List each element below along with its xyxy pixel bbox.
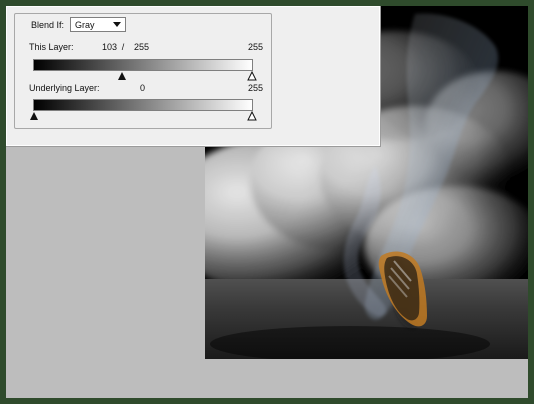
this-layer-low-thumb[interactable]: [117, 71, 127, 81]
underlying-layer-low: 0: [139, 83, 145, 93]
triangle-thumb-icon: [247, 71, 257, 81]
triangle-thumb-icon: [117, 72, 126, 80]
blend-if-selected: Gray: [75, 19, 95, 30]
this-layer-low: 103: [101, 42, 117, 52]
underlying-layer-high: 255: [247, 83, 263, 93]
blend-if-label: Blend If:: [31, 19, 65, 30]
this-layer-label: This Layer:: [29, 42, 74, 52]
underlying-layer-label: Underlying Layer:: [29, 83, 100, 93]
this-layer-high-thumb[interactable]: [247, 71, 257, 81]
app-frame: Blend If: Gray This Layer: 103 / 255 255: [0, 0, 534, 404]
chevron-down-icon: [113, 22, 122, 27]
blend-if-row: Blend If: Gray: [27, 17, 131, 32]
layer-style-dialog: Blend If: Gray This Layer: 103 / 255 255: [6, 6, 381, 147]
this-layer-slider[interactable]: [33, 59, 257, 81]
triangle-thumb-icon: [30, 112, 38, 120]
this-layer-high: 255: [247, 42, 263, 52]
underlying-layer-slider[interactable]: [30, 99, 257, 121]
this-layer-row: This Layer: 103 / 255 255: [29, 42, 263, 52]
underlying-layer-row: Underlying Layer: 0 255: [29, 83, 263, 93]
blend-if-group: Blend If: Gray This Layer: 103 / 255 255: [14, 13, 272, 129]
this-layer-slash: /: [121, 42, 125, 52]
underlying-layer-low-thumb[interactable]: [29, 111, 39, 121]
triangle-thumb-icon: [247, 111, 257, 121]
this-layer-mid: 255: [133, 42, 149, 52]
blend-if-select[interactable]: Gray: [70, 17, 127, 32]
document-canvas: Blend If: Gray This Layer: 103 / 255 255: [6, 6, 528, 398]
underlying-layer-high-thumb[interactable]: [247, 111, 257, 121]
